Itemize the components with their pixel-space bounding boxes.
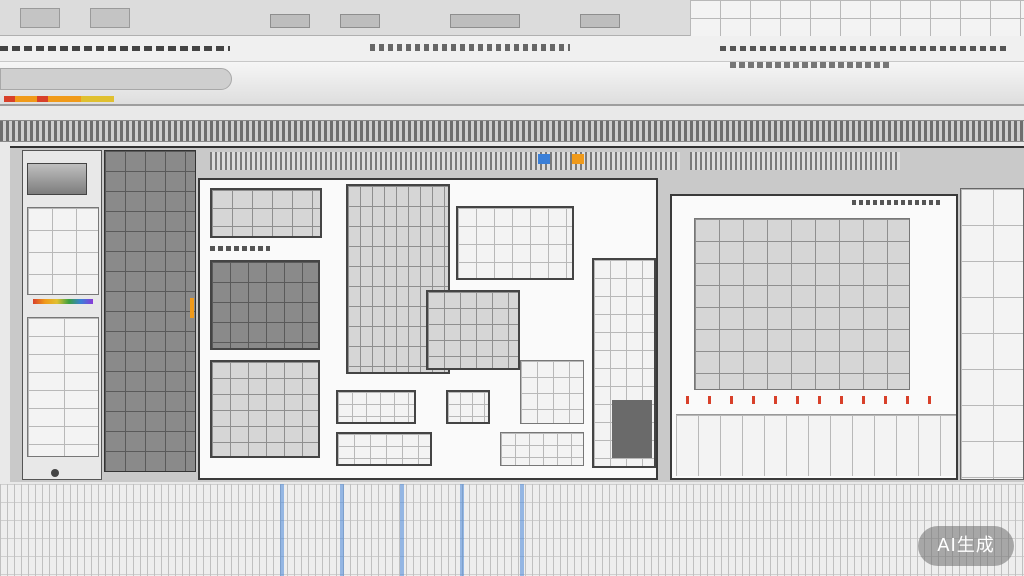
table-panel-1[interactable]: [210, 188, 322, 238]
mini-table-1[interactable]: [336, 390, 416, 424]
top-title-bar: [0, 0, 1024, 36]
menu-strip: [0, 36, 1024, 62]
preview-canvas[interactable]: [694, 218, 910, 390]
workspace-toolbar-right[interactable]: [690, 152, 900, 170]
tool-grid-column[interactable]: [104, 150, 196, 472]
preview-window: [670, 194, 958, 480]
preview-timeline[interactable]: [676, 414, 956, 476]
window-tab-icon[interactable]: [270, 14, 310, 28]
preview-markers: [686, 396, 936, 404]
scroll-handle-icon[interactable]: [190, 298, 194, 318]
menu-items-left[interactable]: [0, 46, 230, 51]
toolbar-glyph-icon[interactable]: [572, 154, 584, 164]
toolbar-glyph-icon[interactable]: [538, 154, 550, 164]
top-right-panel: [690, 0, 1024, 36]
thumbnail-preview[interactable]: [27, 163, 87, 195]
window-tab-icon[interactable]: [580, 14, 620, 28]
right-dock-panel[interactable]: [960, 188, 1024, 480]
overlay-panel[interactable]: [426, 290, 520, 370]
highlight-block: [612, 400, 652, 458]
window-tab-icon[interactable]: [340, 14, 380, 28]
ribbon-controls[interactable]: [730, 62, 890, 68]
menu-items-center[interactable]: [370, 44, 570, 51]
panel-label-strip: [210, 246, 270, 251]
table-panel-3[interactable]: [210, 360, 320, 458]
left-dock-panel: [22, 150, 102, 480]
menu-items-right[interactable]: [720, 46, 1010, 51]
ribbon-bar: [0, 62, 1024, 106]
icon-toolbar[interactable]: [0, 120, 1024, 142]
mini-table-2[interactable]: [446, 390, 490, 424]
watermark-badge: AI生成: [918, 526, 1014, 566]
window-tab-icon[interactable]: [20, 8, 60, 28]
scroll-handle-icon[interactable]: [51, 469, 59, 477]
preview-title-strip: [852, 200, 942, 205]
grid-view-panel[interactable]: [456, 206, 574, 280]
layers-list[interactable]: [27, 317, 99, 457]
footer-table[interactable]: [336, 432, 432, 466]
properties-grid[interactable]: [27, 207, 99, 295]
window-tab-icon[interactable]: [450, 14, 520, 28]
address-field[interactable]: [0, 68, 232, 90]
footer-table-2[interactable]: [500, 432, 584, 466]
color-palette[interactable]: [33, 299, 93, 304]
table-panel-2[interactable]: [210, 260, 320, 350]
status-swatches: [4, 96, 114, 102]
bottom-accent-lines: [250, 484, 570, 576]
workspace: [10, 146, 1024, 482]
document-area: [198, 178, 658, 480]
window-tab-icon[interactable]: [90, 8, 130, 28]
mini-table-3[interactable]: [520, 360, 584, 424]
workspace-toolbar[interactable]: [210, 152, 680, 170]
bottom-ruled-area: [0, 484, 1024, 576]
